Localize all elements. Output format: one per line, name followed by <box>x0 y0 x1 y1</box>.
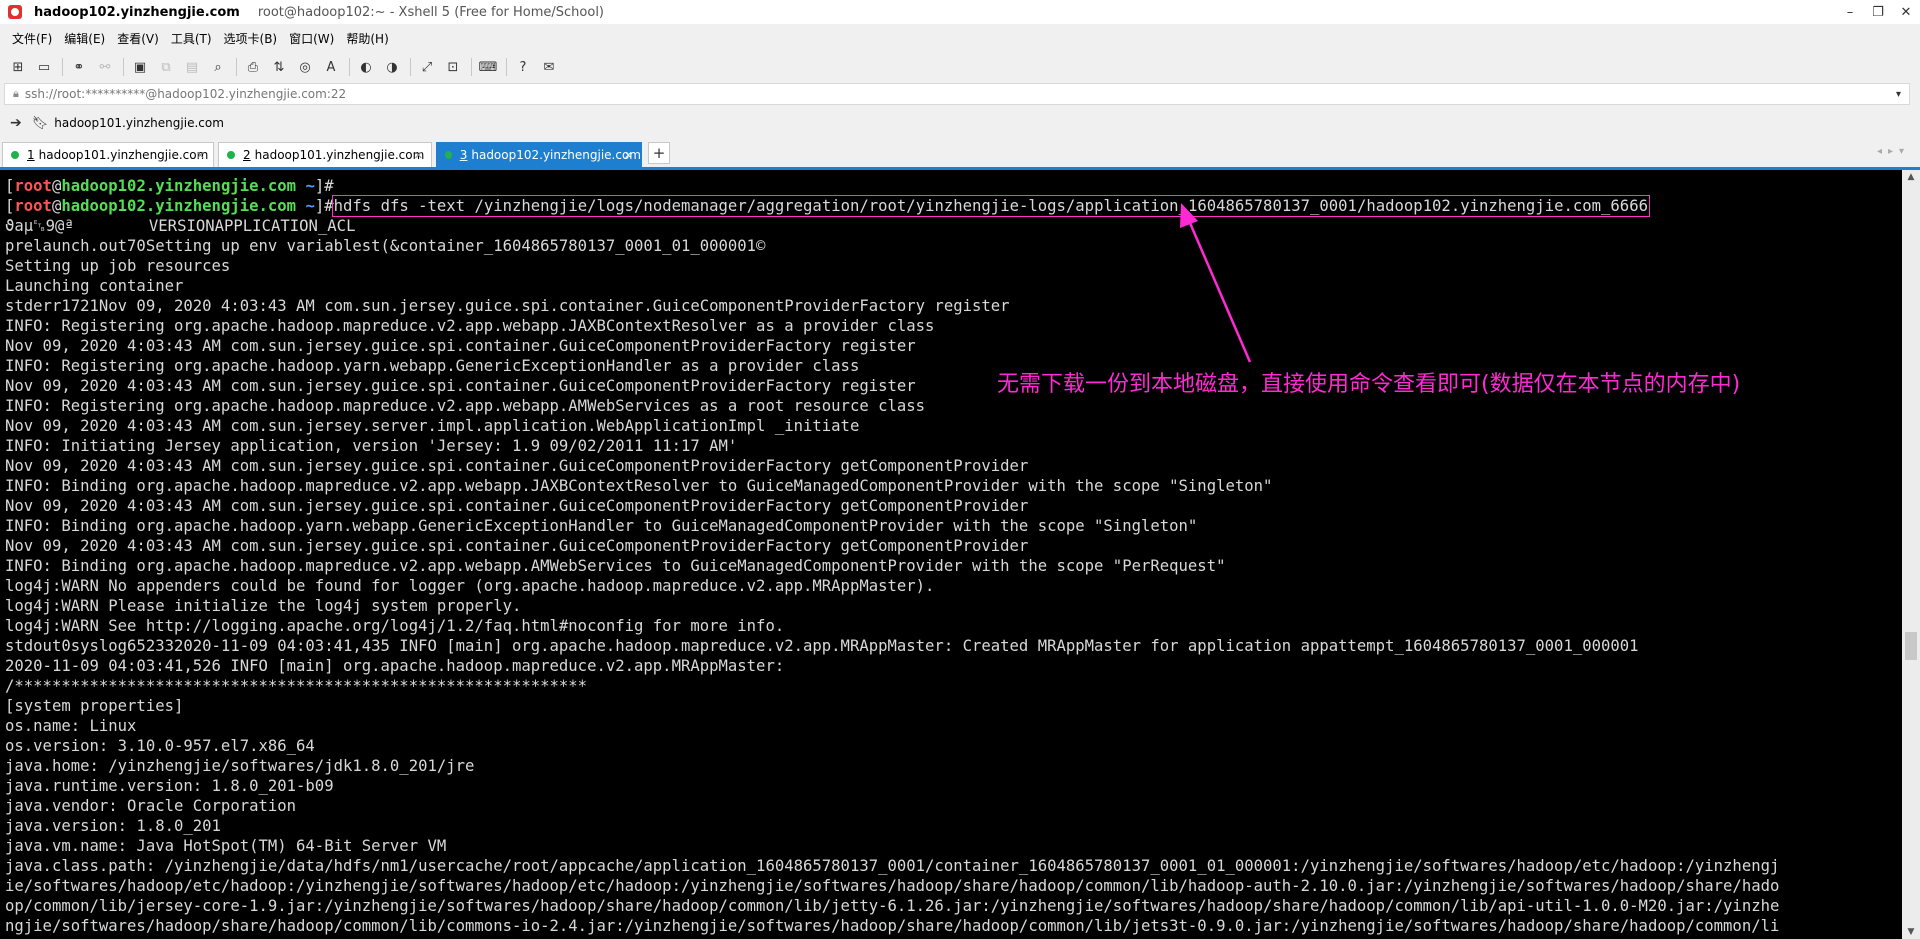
menu-view[interactable]: 查看(V) <box>117 30 159 47</box>
tab-label: hadoop102.yinzhengjie.com <box>471 148 641 162</box>
help-icon[interactable]: ? <box>513 57 533 77</box>
toolbar-divider <box>123 58 124 76</box>
toolbar-divider <box>349 58 350 76</box>
link-bar-arrow-icon[interactable]: ➔ <box>10 115 22 131</box>
new-tab-button[interactable]: + <box>648 142 670 164</box>
menu-bar: 文件(F) 编辑(E) 查看(V) 工具(T) 选项卡(B) 窗口(W) 帮助(… <box>0 26 395 50</box>
connected-status-icon <box>11 151 19 159</box>
annotation-note: 无需下载一份到本地磁盘，直接使用命令查看即可(数据仅在本节点的内存中) <box>997 372 1741 397</box>
terminal-scrollbar[interactable]: ▲ ▼ <box>1902 170 1920 939</box>
address-value[interactable]: ssh://root:**********@hadoop102.yinzheng… <box>25 87 346 101</box>
session-tab-3[interactable]: 3 hadoop102.yinzhengjie.com ✕ <box>436 142 642 167</box>
properties-icon[interactable]: ▣ <box>130 57 150 77</box>
toolbar-divider <box>506 58 507 76</box>
tab-label: hadoop101.yinzhengjie.com <box>38 148 209 162</box>
restore-button[interactable]: ❐ <box>1864 0 1892 24</box>
terminal-pane[interactable]: [root@hadoop102.yinzhengjie.com ~]# [roo… <box>0 170 1902 939</box>
padlock-icon: 🔒︎ <box>13 87 19 100</box>
lock-icon[interactable]: ⊡ <box>443 57 463 77</box>
tab-label: hadoop101.yinzhengjie.com <box>254 148 425 162</box>
tab-number: 1 <box>27 148 35 162</box>
bookmark-link[interactable]: hadoop101.yinzhengjie.com <box>54 116 224 130</box>
title-bar: hadoop102.yinzhengjie.com root@hadoop102… <box>0 0 1920 24</box>
find-icon[interactable]: ⌕ <box>208 57 228 77</box>
bookmark-icon: 🔖︎ <box>31 115 49 131</box>
xshell-logo-icon <box>8 5 22 19</box>
close-window-button[interactable]: ✕ <box>1892 0 1920 24</box>
window-title-host: hadoop102.yinzhengjie.com <box>34 4 240 20</box>
transfer-icon[interactable]: ⇅ <box>269 57 289 77</box>
scroll-down-icon[interactable]: ▼ <box>1902 927 1920 937</box>
connect-icon[interactable]: ⚭ <box>69 57 89 77</box>
paste-icon[interactable]: ▤ <box>182 57 202 77</box>
globe-icon[interactable]: ◎ <box>295 57 315 77</box>
address-dropdown-icon[interactable]: ▾ <box>1896 89 1901 100</box>
font-icon[interactable]: A <box>321 57 341 77</box>
fullscreen-icon[interactable]: ⤢ <box>417 57 437 77</box>
session-tab-bar: 1 hadoop101.yinzhengjie.com ✕ 2 hadoop10… <box>0 140 1920 167</box>
keyboard-icon[interactable]: ⌨ <box>478 57 498 77</box>
session-tab-1[interactable]: 1 hadoop101.yinzhengjie.com ✕ <box>2 142 214 167</box>
menu-window[interactable]: 窗口(W) <box>289 30 334 47</box>
tab-number: 2 <box>243 148 251 162</box>
menu-help[interactable]: 帮助(H) <box>346 30 388 47</box>
tab-number: 3 <box>459 148 468 162</box>
connected-status-icon <box>445 151 452 159</box>
session-tab-2[interactable]: 2 hadoop101.yinzhengjie.com ✕ <box>218 142 432 167</box>
menu-tools[interactable]: 工具(T) <box>171 30 212 47</box>
open-folder-icon[interactable]: ▭ <box>34 57 54 77</box>
window-controls: – ❐ ✕ <box>1836 0 1920 24</box>
new-session-icon[interactable]: ⊞ <box>8 57 28 77</box>
annotation-arrow <box>1180 203 1252 363</box>
minimize-button[interactable]: – <box>1836 0 1864 24</box>
toolbar: ⊞ ▭ ⚭ ⚯ ▣ ⧉ ▤ ⌕ ⎙ ⇅ ◎ A ◐ ◑ ⤢ ⊡ ⌨ ? ✉ <box>0 52 1920 82</box>
menu-tab[interactable]: 选项卡(B) <box>224 30 278 47</box>
xftp-icon[interactable]: ◐ <box>356 57 376 77</box>
xftp2-icon[interactable]: ◑ <box>382 57 402 77</box>
address-bar[interactable]: 🔒︎ ssh://root:**********@hadoop102.yinzh… <box>4 83 1910 105</box>
tab-close-icon[interactable]: ✕ <box>624 149 633 162</box>
toolbar-divider <box>471 58 472 76</box>
scroll-up-icon[interactable]: ▲ <box>1902 172 1920 182</box>
copy-icon[interactable]: ⧉ <box>156 57 176 77</box>
toolbar-divider <box>410 58 411 76</box>
disconnect-icon[interactable]: ⚯ <box>95 57 115 77</box>
chat-icon[interactable]: ✉ <box>539 57 559 77</box>
tab-close-icon[interactable]: ✕ <box>196 149 205 162</box>
window-title-subtitle: root@hadoop102:~ - Xshell 5 (Free for Ho… <box>257 4 605 20</box>
toolbar-divider <box>62 58 63 76</box>
tab-close-icon[interactable]: ✕ <box>414 149 423 162</box>
link-bar: ➔ 🔖︎ hadoop101.yinzhengjie.com <box>0 112 224 134</box>
connected-status-icon <box>227 151 235 159</box>
print-icon[interactable]: ⎙ <box>243 57 263 77</box>
tab-scroll-arrows[interactable]: ◂▸▾ <box>1877 146 1910 157</box>
menu-file[interactable]: 文件(F) <box>12 30 52 47</box>
toolbar-divider <box>236 58 237 76</box>
menu-edit[interactable]: 编辑(E) <box>64 30 105 47</box>
scrollbar-thumb[interactable] <box>1905 632 1917 660</box>
